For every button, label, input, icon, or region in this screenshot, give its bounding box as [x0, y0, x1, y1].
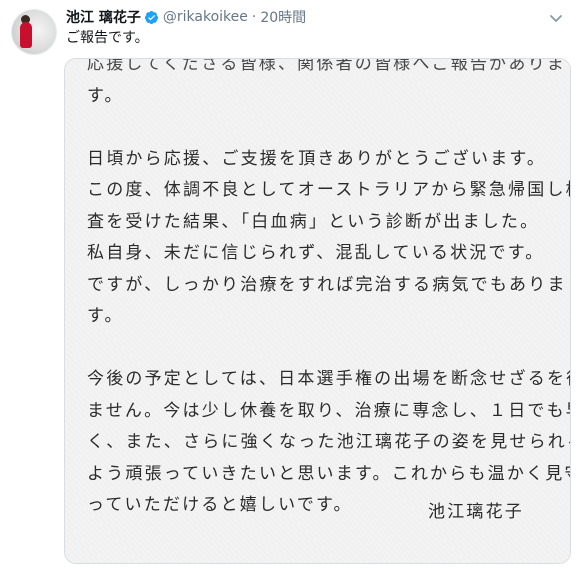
letter-body: 応援してくださる皆様、関係者の皆様へご報告があります。 す。 日頃から応援、ご支…	[87, 58, 571, 522]
avatar-photo-figure	[20, 22, 32, 48]
letter-line: ですが、しっかり治療をすれば完治する病気でもありま	[87, 274, 567, 295]
letter-signature: 池江璃花子	[428, 502, 524, 522]
author-name[interactable]: 池江 璃花子	[66, 7, 141, 27]
letter-line: この度、体調不良としてオーストラリアから緊急帰国し検	[87, 180, 571, 200]
letter-line: 今後の予定としては、日本選手権の出場を断念せざるを得	[87, 369, 571, 389]
letter-line: す。	[87, 306, 124, 326]
letter-line: く、また、さらに強くなった池江璃花子の姿を見せられる	[87, 432, 571, 452]
tweet-image[interactable]: 応援してくださる皆様、関係者の皆様へご報告があります。 す。 日頃から応援、ご支…	[64, 58, 571, 564]
tweet-text: ご報告です。	[66, 30, 149, 46]
letter-line	[87, 333, 558, 365]
letter-line: 査を受けた結果、「白血病」という診断が出ました。	[87, 211, 540, 232]
letter-line	[87, 112, 558, 144]
letter-line: よう頑張っていきたいと思います。これからも温かく見守	[87, 463, 571, 484]
avatar[interactable]	[11, 9, 57, 55]
letter-line: 日頃から応援、ご支援を頂きありがとうございます。	[87, 148, 547, 169]
letter-line: す。	[87, 85, 124, 106]
letter-line: 応援してくださる皆様、関係者の皆様へご報告があります。	[87, 58, 571, 74]
letter-line: 私自身、未だに信じられず、混乱している状況です。	[87, 243, 545, 263]
verified-badge-icon	[144, 10, 158, 24]
chevron-down-icon[interactable]	[548, 10, 564, 26]
separator-dot: ·	[251, 9, 257, 25]
tweet-timestamp[interactable]: 20時間	[260, 7, 306, 27]
tweet-header: 池江 璃花子 @rikakoikee · 20時間	[66, 7, 538, 27]
author-handle[interactable]: @rikakoikee	[163, 9, 248, 25]
letter-line: ません。今は少し休養を取り、治療に専念し、１日でも早	[87, 400, 571, 421]
